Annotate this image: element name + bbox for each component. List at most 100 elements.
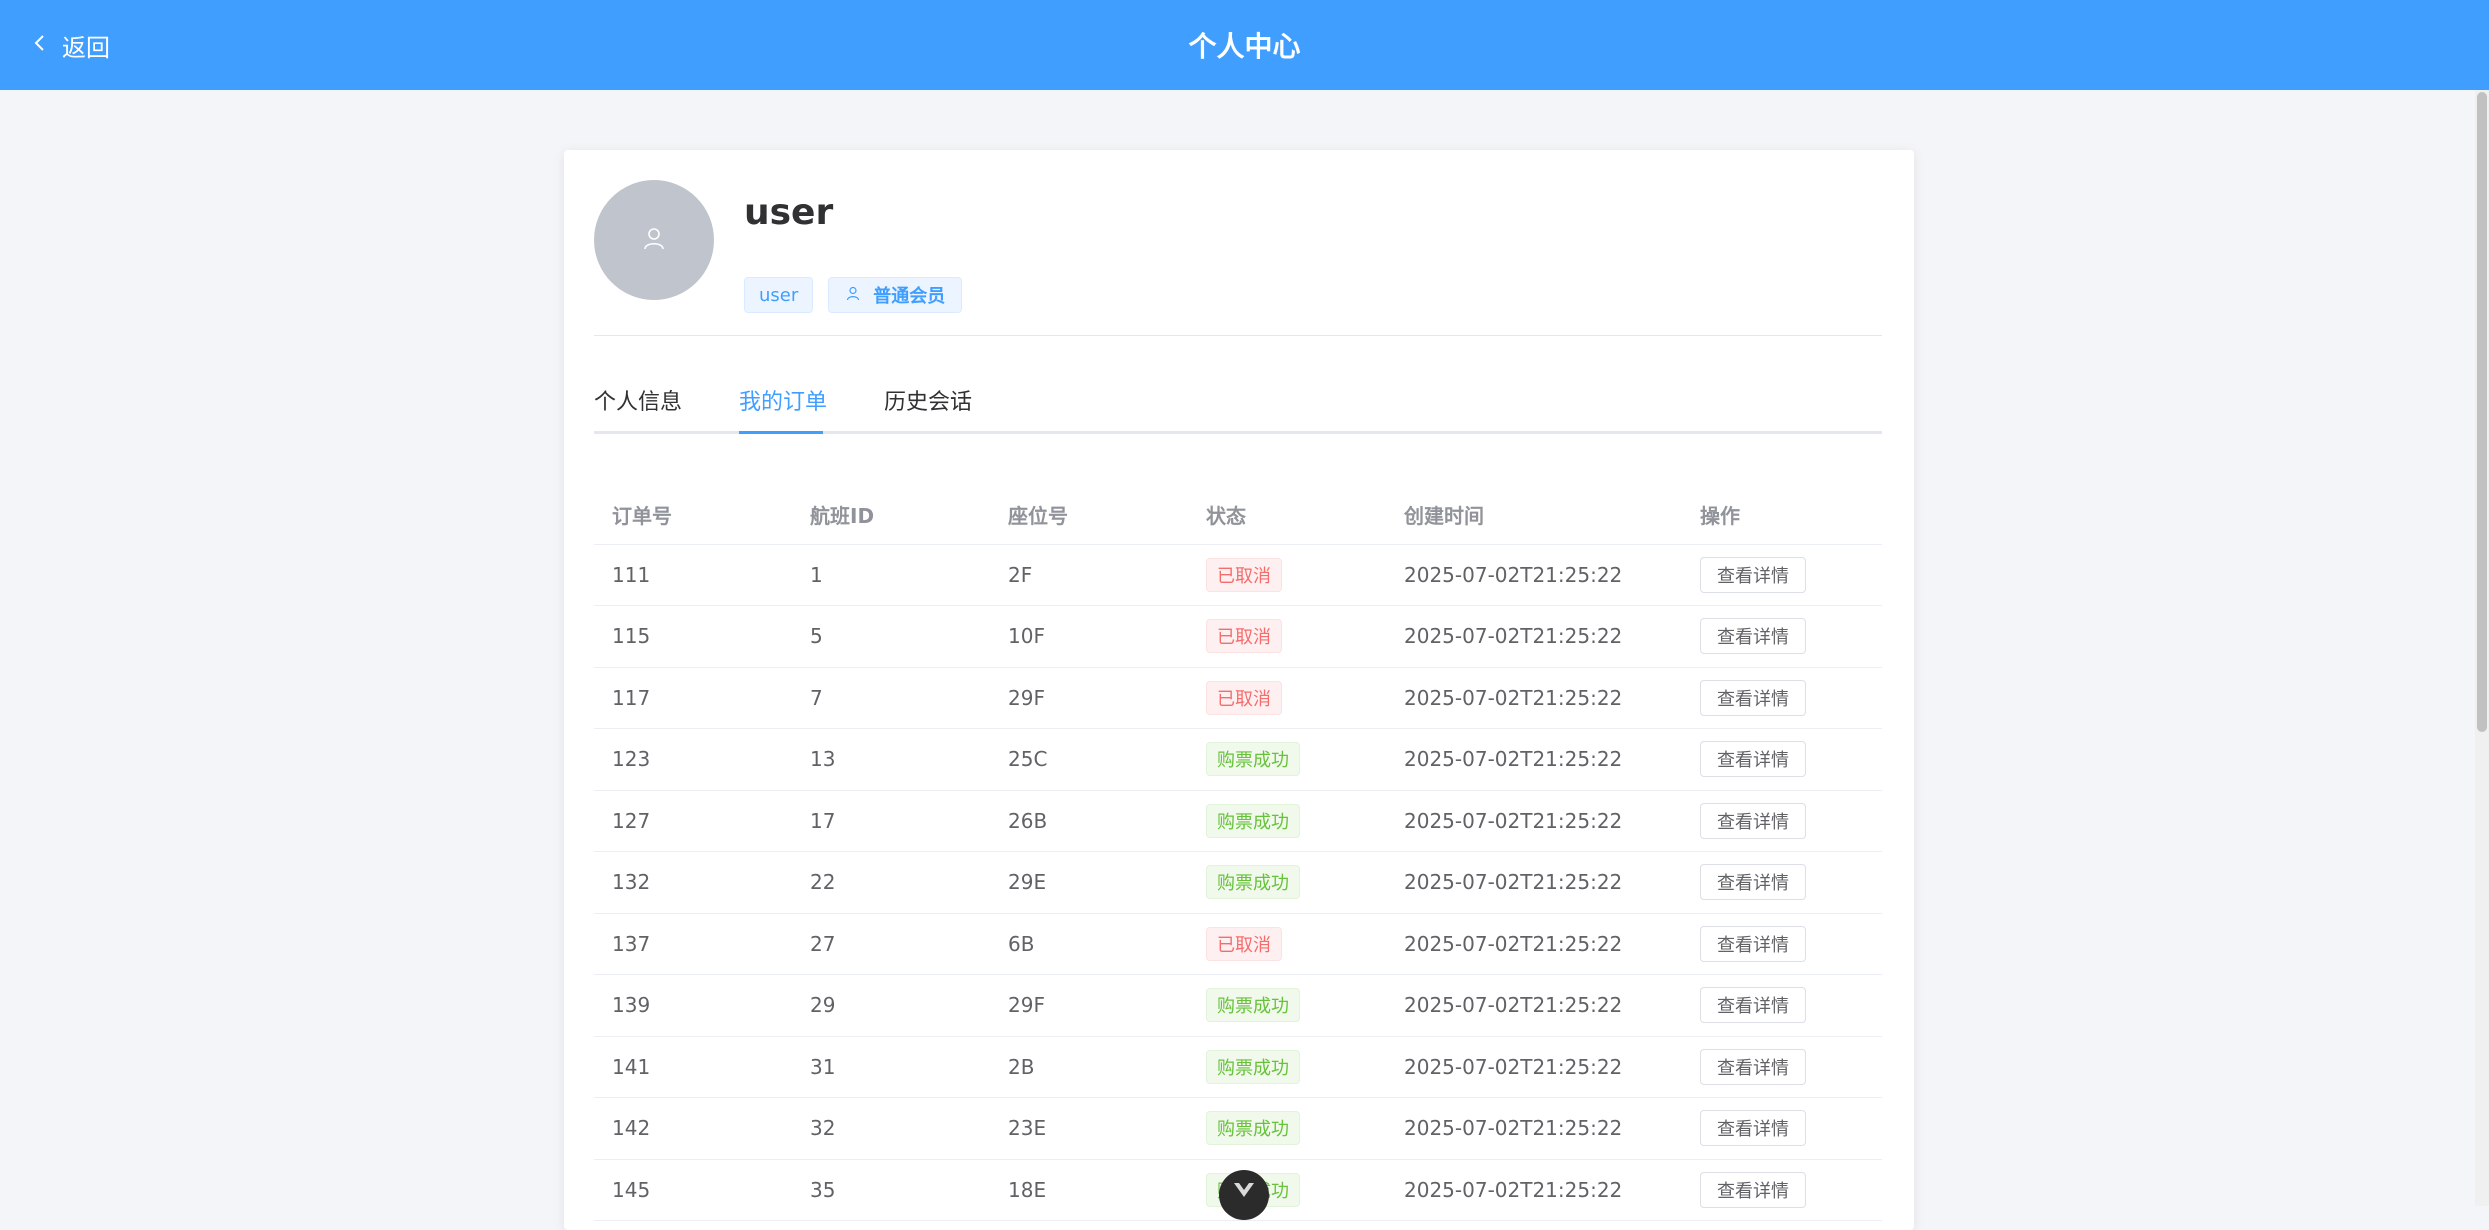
- seat-number-cell: 26B: [990, 790, 1188, 852]
- view-details-button[interactable]: 查看详情: [1700, 556, 1806, 593]
- profile-card: user user 普通会员 个人信息 我的订单 历史会话 订单号 航班ID 座…: [564, 150, 1914, 1230]
- table-row: 127 17 26B 购票成功 2025-07-02T21:25:22 查看详情: [594, 790, 1882, 852]
- action-cell: 查看详情: [1682, 1097, 1882, 1160]
- status-cell: 购票成功: [1188, 1036, 1386, 1098]
- column-header: 订单号: [594, 485, 792, 545]
- action-cell: 查看详情: [1682, 851, 1882, 914]
- column-header: 状态: [1188, 485, 1386, 545]
- seat-number-cell: 29F: [990, 667, 1188, 729]
- created-time-cell: 2025-07-02T21:25:22: [1386, 605, 1682, 668]
- role-tag-label: user: [759, 284, 799, 306]
- avatar: [594, 180, 714, 300]
- flight-id-cell: 29: [792, 974, 990, 1037]
- seat-number-cell: 25C: [990, 728, 1188, 791]
- role-tag: user: [744, 277, 814, 313]
- tab-history-chats[interactable]: 历史会话: [884, 388, 972, 434]
- table-row: 117 7 29F 已取消 2025-07-02T21:25:22 查看详情: [594, 667, 1882, 729]
- status-cell: 购票成功: [1188, 790, 1386, 852]
- view-details-button[interactable]: 查看详情: [1700, 987, 1806, 1024]
- order-number-cell: 127: [594, 790, 792, 852]
- page-title: 个人中心: [1188, 30, 1301, 63]
- view-details-button[interactable]: 查看详情: [1700, 679, 1806, 716]
- status-cell: 购票成功: [1188, 728, 1386, 791]
- flight-id-cell: 7: [792, 667, 990, 729]
- flight-id-cell: 17: [792, 790, 990, 852]
- status-cell: 购票成功: [1188, 1097, 1386, 1160]
- vue-logo-icon: [1233, 1182, 1255, 1202]
- order-number-cell: 139: [594, 974, 792, 1037]
- table-row: 115 5 10F 已取消 2025-07-02T21:25:22 查看详情: [594, 605, 1882, 668]
- status-badge: 已取消: [1206, 926, 1282, 961]
- created-time-cell: 2025-07-02T21:25:22: [1386, 667, 1682, 729]
- status-badge: 购票成功: [1206, 1049, 1300, 1084]
- action-cell: 查看详情: [1682, 728, 1882, 791]
- table-row: 142 32 23E 购票成功 2025-07-02T21:25:22 查看详情: [594, 1097, 1882, 1160]
- table-row: 139 29 29F 购票成功 2025-07-02T21:25:22 查看详情: [594, 974, 1882, 1037]
- view-details-button[interactable]: 查看详情: [1700, 802, 1806, 839]
- tab-my-orders[interactable]: 我的订单: [739, 388, 827, 434]
- status-cell: 已取消: [1188, 667, 1386, 729]
- username: user: [744, 192, 834, 233]
- tab-bar: 个人信息 我的订单 历史会话: [594, 388, 1882, 434]
- created-time-cell: 2025-07-02T21:25:22: [1386, 1036, 1682, 1098]
- status-cell: 已取消: [1188, 913, 1386, 975]
- action-cell: 查看详情: [1682, 1036, 1882, 1098]
- status-badge: 已取消: [1206, 557, 1282, 592]
- action-cell: 查看详情: [1682, 790, 1882, 852]
- devtools-float-button[interactable]: [1219, 1170, 1269, 1220]
- seat-number-cell: 6B: [990, 913, 1188, 975]
- view-details-button[interactable]: 查看详情: [1700, 1171, 1806, 1208]
- status-badge: 购票成功: [1206, 803, 1300, 838]
- status-cell: 已取消: [1188, 605, 1386, 668]
- view-details-button[interactable]: 查看详情: [1700, 618, 1806, 655]
- flight-id-cell: 22: [792, 851, 990, 914]
- flight-id-cell: 27: [792, 913, 990, 975]
- order-number-cell: 137: [594, 913, 792, 975]
- flight-id-cell: 35: [792, 1159, 990, 1221]
- seat-number-cell: 2B: [990, 1036, 1188, 1098]
- table-row: 132 22 29E 购票成功 2025-07-02T21:25:22 查看详情: [594, 851, 1882, 914]
- created-time-cell: 2025-07-02T21:25:22: [1386, 974, 1682, 1037]
- order-number-cell: 117: [594, 667, 792, 729]
- member-tag: 普通会员: [828, 277, 963, 313]
- status-badge: 已取消: [1206, 680, 1282, 715]
- status-badge: 购票成功: [1206, 1111, 1300, 1146]
- order-number-cell: 123: [594, 728, 792, 791]
- flight-id-cell: 5: [792, 605, 990, 668]
- view-details-button[interactable]: 查看详情: [1700, 741, 1806, 778]
- status-badge: 购票成功: [1206, 988, 1300, 1023]
- action-cell: 查看详情: [1682, 1159, 1882, 1221]
- order-number-cell: 132: [594, 851, 792, 914]
- page-scrollbar[interactable]: [2475, 90, 2489, 1206]
- order-number-cell: 141: [594, 1036, 792, 1098]
- seat-number-cell: 2F: [990, 544, 1188, 606]
- seat-number-cell: 29F: [990, 974, 1188, 1037]
- status-cell: 已取消: [1188, 544, 1386, 606]
- action-cell: 查看详情: [1682, 667, 1882, 729]
- back-button[interactable]: 返回: [30, 0, 110, 90]
- view-details-button[interactable]: 查看详情: [1700, 864, 1806, 901]
- order-number-cell: 111: [594, 544, 792, 606]
- action-cell: 查看详情: [1682, 605, 1882, 668]
- status-badge: 购票成功: [1206, 742, 1300, 777]
- column-header: 航班ID: [792, 485, 990, 545]
- user-icon: [641, 225, 667, 255]
- action-cell: 查看详情: [1682, 544, 1882, 606]
- table-row: 137 27 6B 已取消 2025-07-02T21:25:22 查看详情: [594, 913, 1882, 975]
- column-header: 创建时间: [1386, 485, 1682, 545]
- profile-header: user user 普通会员: [594, 180, 1882, 336]
- view-details-button[interactable]: 查看详情: [1700, 925, 1806, 962]
- view-details-button[interactable]: 查看详情: [1700, 1048, 1806, 1085]
- flight-id-cell: 13: [792, 728, 990, 791]
- tab-personal-info[interactable]: 个人信息: [594, 388, 682, 434]
- order-number-cell: 115: [594, 605, 792, 668]
- status-cell: 购票成功: [1188, 974, 1386, 1037]
- top-header: 返回 个人中心: [0, 0, 2489, 90]
- scrollbar-thumb[interactable]: [2477, 92, 2487, 732]
- created-time-cell: 2025-07-02T21:25:22: [1386, 728, 1682, 791]
- view-details-button[interactable]: 查看详情: [1700, 1110, 1806, 1147]
- seat-number-cell: 18E: [990, 1159, 1188, 1221]
- order-number-cell: 145: [594, 1159, 792, 1221]
- status-badge: 已取消: [1206, 619, 1282, 654]
- order-number-cell: 142: [594, 1097, 792, 1160]
